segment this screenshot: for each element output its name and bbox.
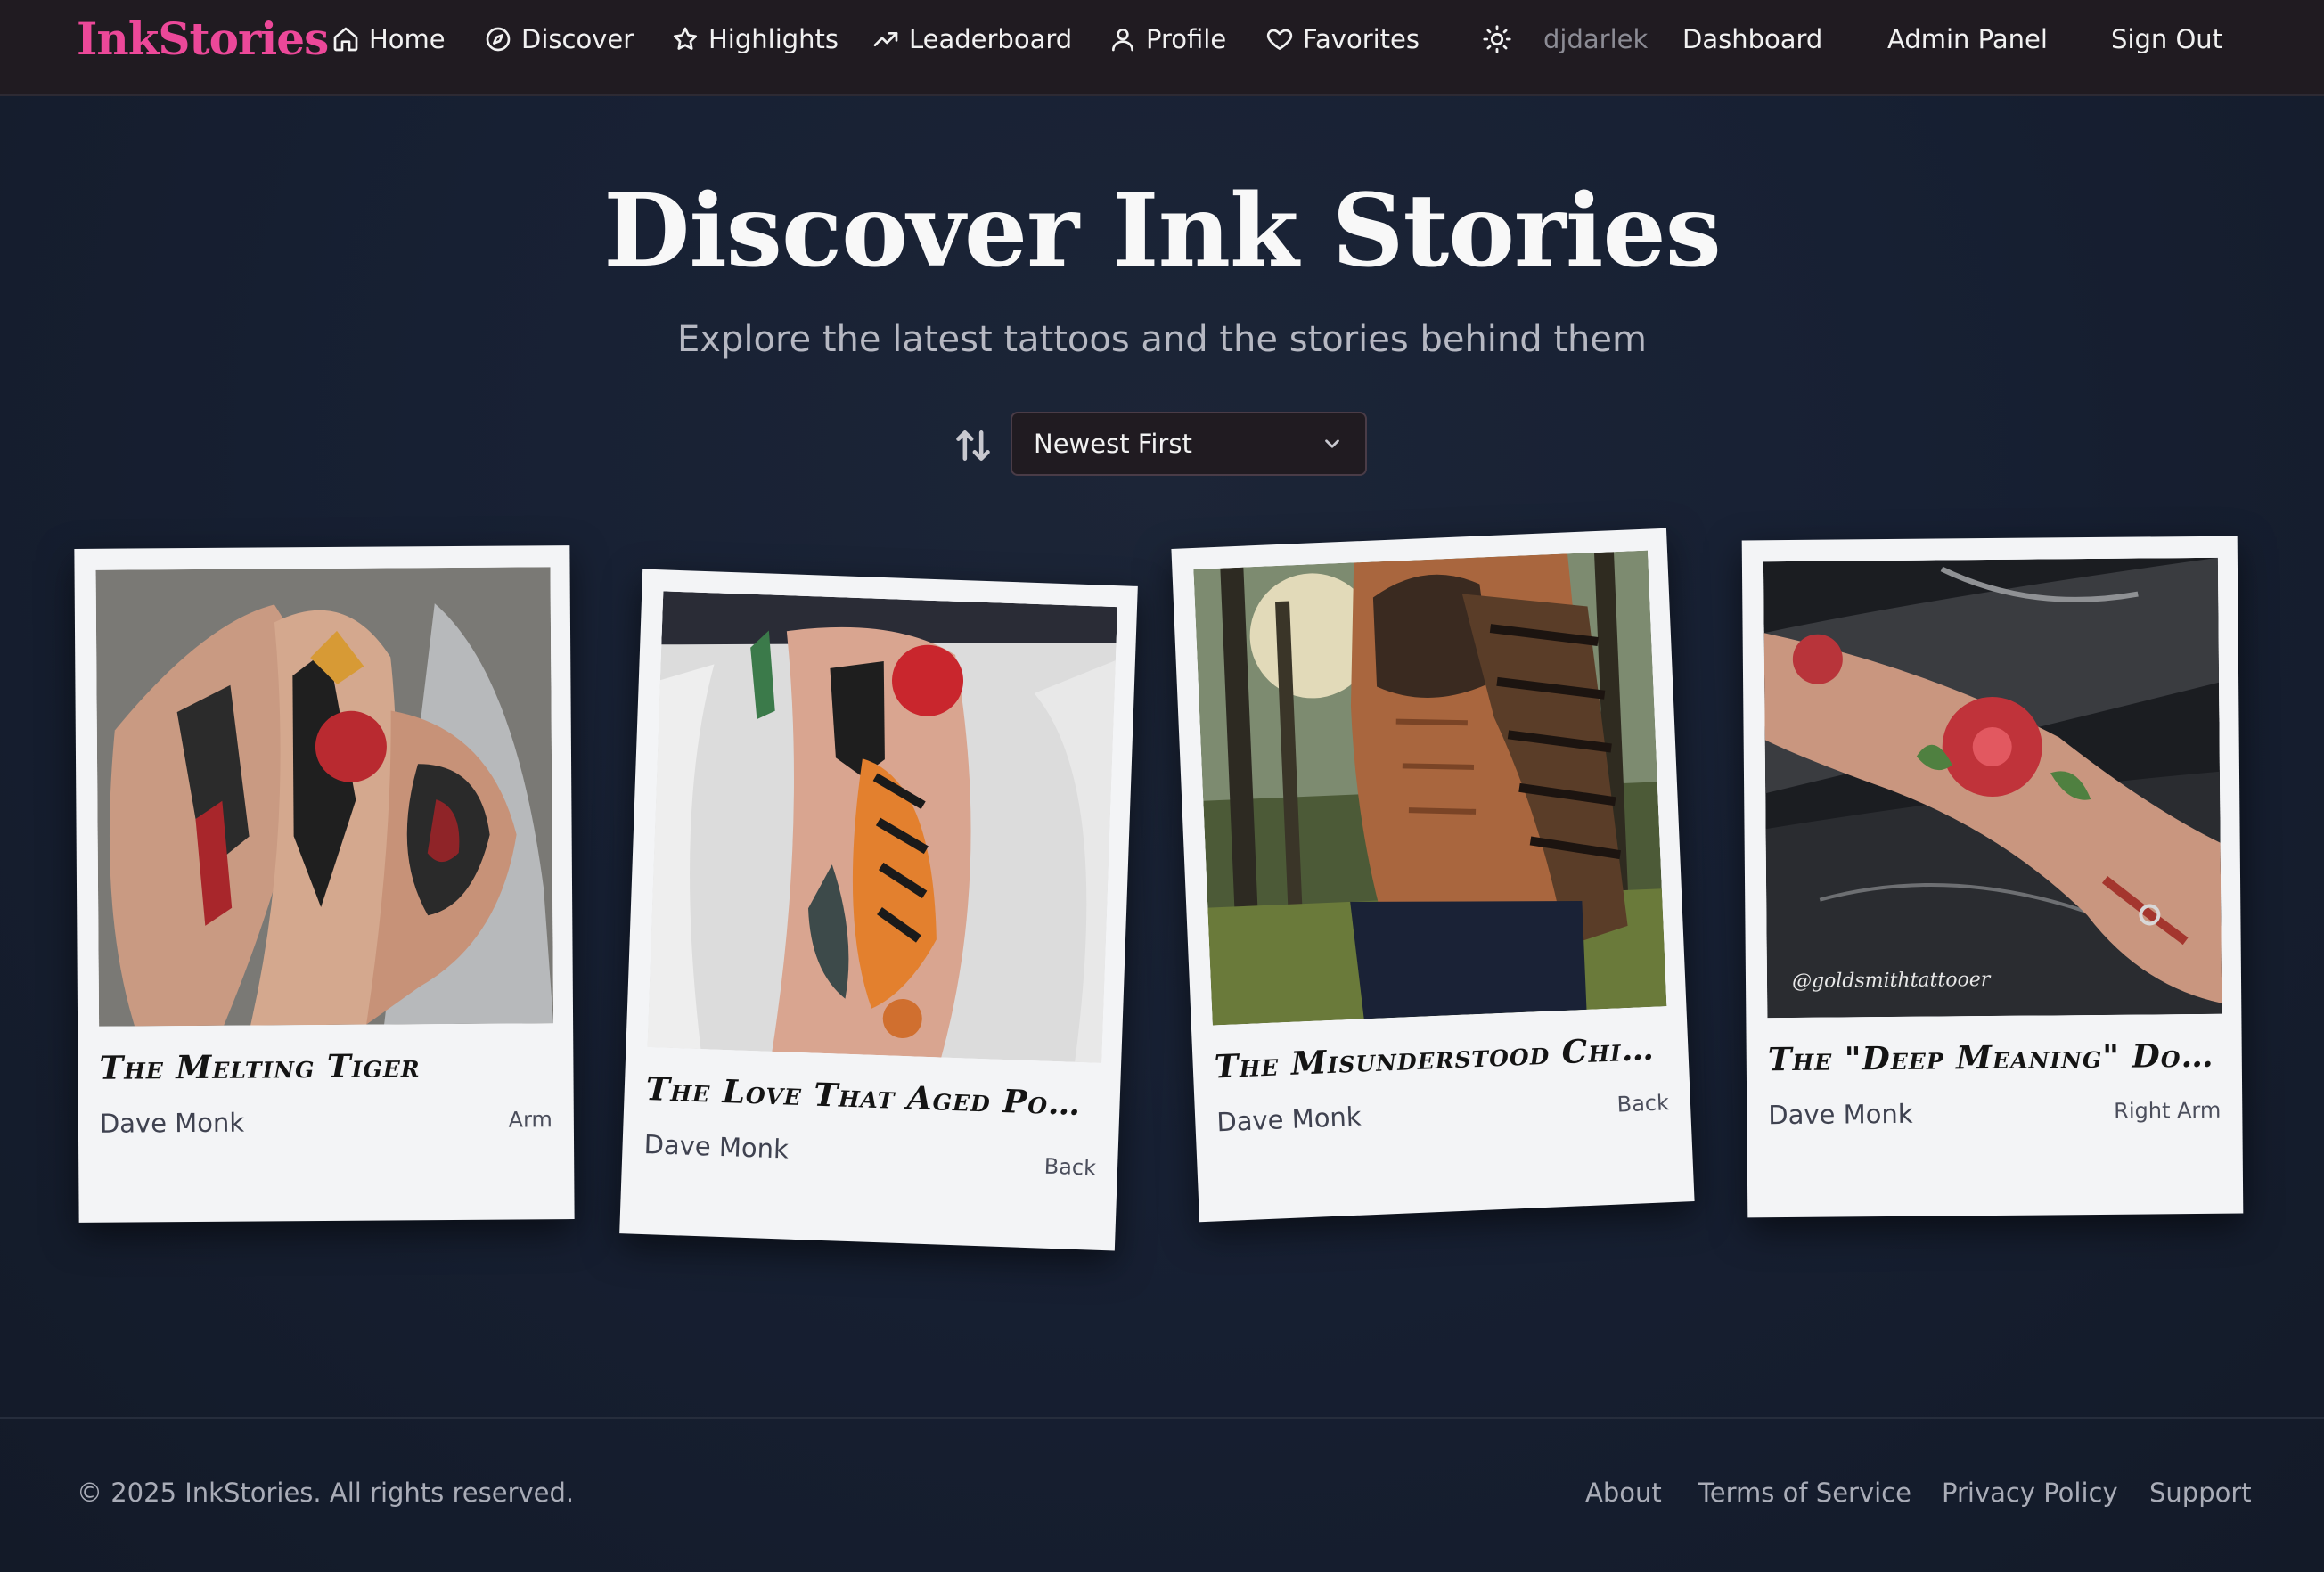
story-placement: Arm bbox=[508, 1107, 552, 1133]
page-footer: © 2025 InkStories. All rights reserved. … bbox=[0, 1417, 2324, 1572]
tattoo-photo: @goldsmithtattooer bbox=[1763, 557, 2222, 1019]
footer-link-about[interactable]: About bbox=[1585, 1478, 1662, 1508]
story-card[interactable]: The Misunderstood Chinese... Dave Monk B… bbox=[1171, 528, 1695, 1223]
nav-item-discover[interactable]: Discover bbox=[484, 20, 634, 59]
nav-item-favorites[interactable]: Favorites bbox=[1265, 20, 1420, 59]
story-artist[interactable]: Dave Monk bbox=[1768, 1099, 1913, 1130]
star-icon bbox=[673, 27, 698, 50]
copyright-text: © 2025 InkStories. All rights reserved. bbox=[77, 1478, 575, 1508]
story-card[interactable]: The Melting Tiger Dave Monk Arm bbox=[74, 545, 575, 1223]
compass-icon bbox=[486, 27, 511, 52]
tattoo-photo bbox=[95, 567, 554, 1027]
story-artist[interactable]: Dave Monk bbox=[1216, 1101, 1362, 1138]
dashboard-link[interactable]: Dashboard bbox=[1682, 20, 1822, 59]
page-title: Discover Ink Stories bbox=[603, 173, 1722, 290]
nav-label: Favorites bbox=[1303, 24, 1420, 54]
nav-label: Highlights bbox=[708, 24, 839, 54]
tattoo-photo bbox=[647, 591, 1118, 1063]
story-placement: Right Arm bbox=[2114, 1097, 2222, 1124]
nav-label: Home bbox=[369, 24, 446, 54]
nav-label: Profile bbox=[1146, 24, 1227, 54]
sort-selected-value: Newest First bbox=[1034, 429, 1192, 459]
nav-item-home[interactable]: Home bbox=[331, 20, 446, 59]
sort-dropdown[interactable]: Newest First bbox=[1011, 412, 1367, 476]
brand-logo[interactable]: InkStories bbox=[77, 12, 329, 65]
theme-toggle-button[interactable] bbox=[1482, 20, 1512, 59]
footer-link-privacy[interactable]: Privacy Policy bbox=[1942, 1478, 2118, 1508]
story-title: The "Deep Meaning" Dolphin bbox=[1767, 1036, 2222, 1079]
trending-up-icon bbox=[873, 31, 898, 46]
heart-icon bbox=[1266, 29, 1293, 50]
chevron-down-icon bbox=[1325, 439, 1339, 448]
nav-item-profile[interactable]: Profile bbox=[1109, 20, 1226, 59]
story-card[interactable]: @goldsmithtattooer The "Deep Meaning" Do… bbox=[1741, 536, 2244, 1218]
story-artist[interactable]: Dave Monk bbox=[100, 1108, 244, 1139]
story-title: The Misunderstood Chinese... bbox=[1213, 1029, 1670, 1086]
top-navbar: InkStories Home Discover Highlights Lead… bbox=[0, 0, 2324, 96]
story-placement: Back bbox=[1043, 1153, 1097, 1181]
story-artist[interactable]: Dave Monk bbox=[643, 1129, 789, 1165]
username-label: djdarlek bbox=[1543, 24, 1649, 54]
nav-label: Leaderboard bbox=[909, 24, 1073, 54]
story-title: The Love That Aged Poorly bbox=[645, 1070, 1101, 1124]
sign-out-button[interactable]: Sign Out bbox=[2111, 20, 2222, 59]
admin-panel-link[interactable]: Admin Panel bbox=[1887, 20, 2048, 59]
story-title: The Melting Tiger bbox=[99, 1047, 421, 1087]
story-placement: Back bbox=[1616, 1090, 1670, 1118]
sort-arrows-icon bbox=[953, 426, 993, 465]
sun-icon bbox=[1483, 25, 1511, 53]
nav-item-highlights[interactable]: Highlights bbox=[671, 20, 839, 59]
home-icon bbox=[333, 27, 358, 52]
user-icon bbox=[1112, 29, 1133, 52]
nav-item-leaderboard[interactable]: Leaderboard bbox=[872, 20, 1072, 59]
footer-link-support[interactable]: Support bbox=[2149, 1478, 2252, 1508]
tattoo-photo bbox=[1193, 550, 1667, 1026]
story-card[interactable]: The Love That Aged Poorly Dave Monk Back bbox=[619, 569, 1138, 1251]
footer-link-terms[interactable]: Terms of Service bbox=[1698, 1478, 1911, 1508]
nav-label: Discover bbox=[521, 24, 634, 54]
page-subtitle: Explore the latest tattoos and the stori… bbox=[677, 319, 1647, 360]
photo-watermark: @goldsmithtattooer bbox=[1792, 969, 1992, 993]
